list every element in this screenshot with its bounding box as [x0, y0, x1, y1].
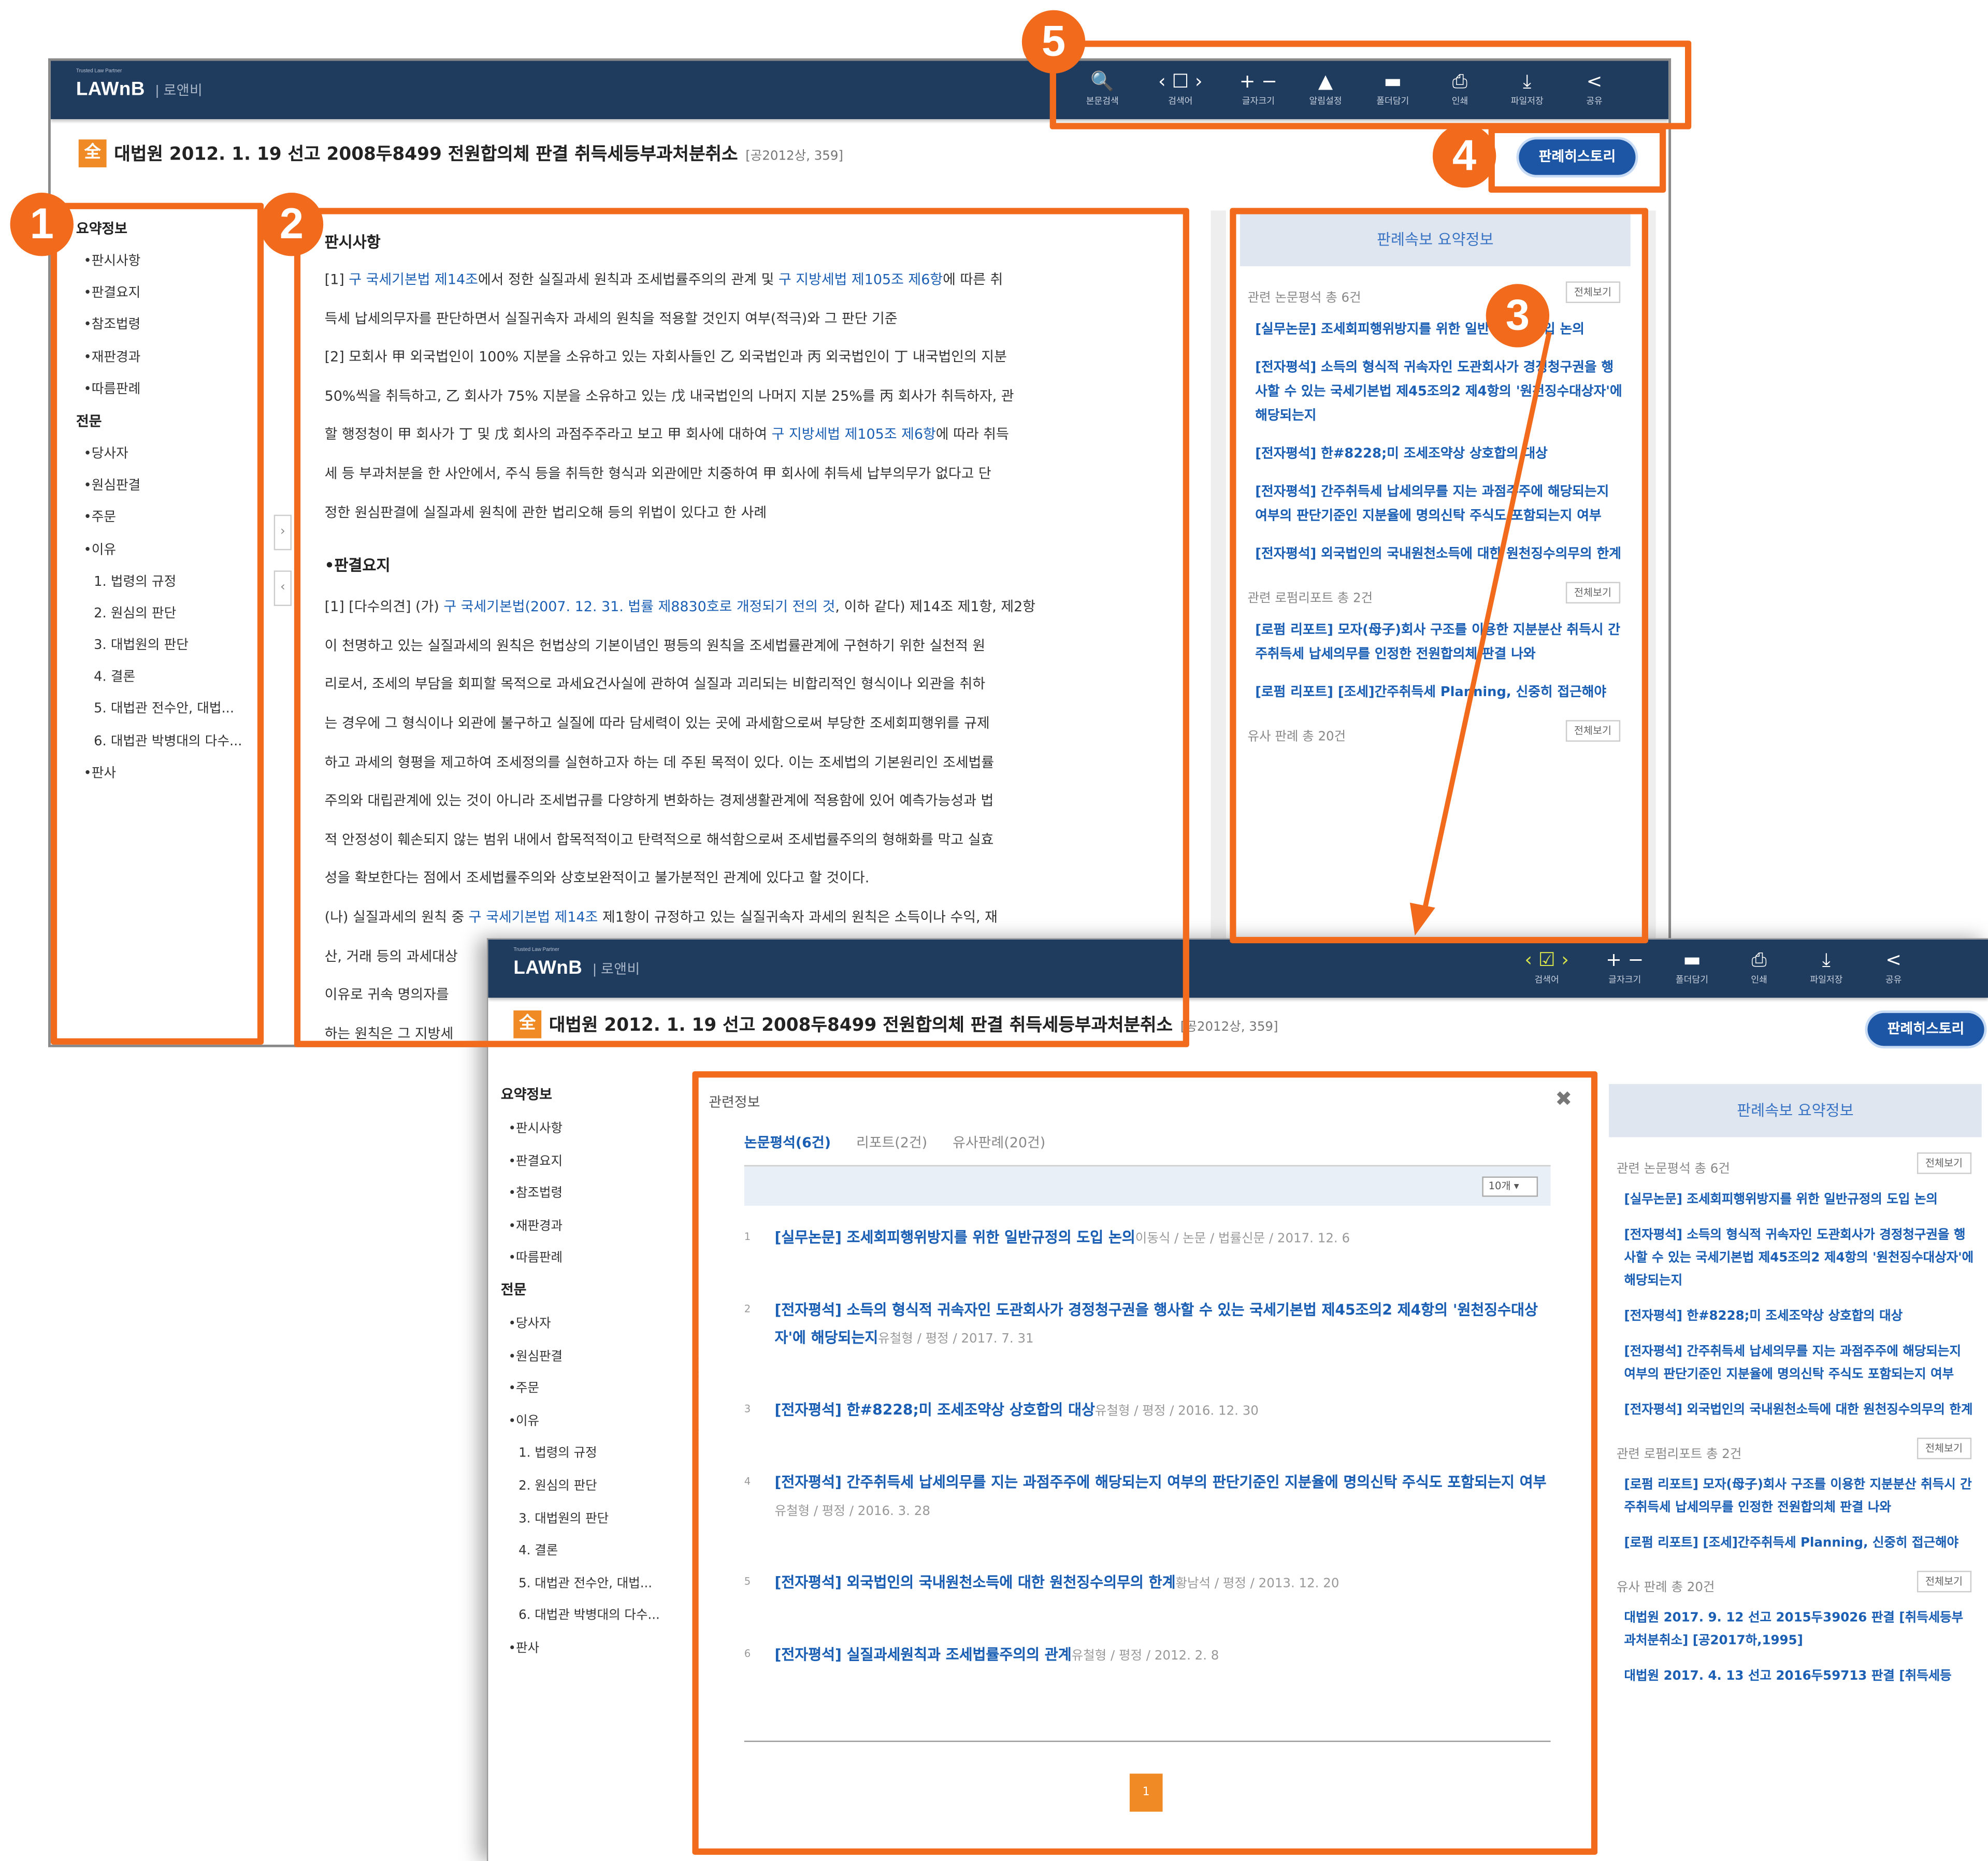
case-citation: [공2012상, 359]	[1180, 1020, 1278, 1034]
toolbar-button-label: 공유	[1885, 975, 1902, 985]
expand-toggle[interactable]: ›	[273, 514, 292, 551]
view-all-button[interactable]: 전체보기	[1916, 1152, 1972, 1174]
callout-box-1	[50, 203, 264, 1045]
sidebar-item[interactable]: •주문	[509, 1377, 691, 1396]
folder-icon: ▬	[1683, 948, 1701, 971]
screenshot-stage: Trusted Law Partner LAWnB | 로앤비 🔍 본문검색 ‹ ☐…	[0, 0, 1988, 1861]
download-icon: ⤓	[1822, 948, 1831, 971]
toolbar-button-label: 파일저장	[1810, 975, 1843, 985]
callout-box-5	[1049, 40, 1692, 129]
sidebar-item[interactable]: •판사	[509, 1637, 691, 1656]
callout-box-4	[1488, 126, 1666, 193]
callout-number-3: 3	[1486, 284, 1550, 348]
callout-number-1: 1	[10, 193, 74, 256]
toolbar-button-label: 글자크기	[1608, 975, 1641, 985]
toolbar-button-label: 폴더담기	[1675, 975, 1708, 985]
sidebar-heading-full-text[interactable]: 전문	[501, 1279, 691, 1300]
logo-text: LAWnB	[76, 78, 145, 100]
print-icon: ⎙	[1751, 948, 1767, 971]
callout-box-3	[1230, 208, 1649, 944]
sidebar-item[interactable]: •참조법령	[509, 1182, 691, 1201]
full-text-badge: 全	[78, 139, 107, 168]
callout-box-modal	[692, 1071, 1598, 1855]
summary-sidebar: 요약정보 •판시사항 •판결요지 •참조법령 •재판경과 •따름판례전문 •당사자 •원심판결…	[501, 1084, 691, 1669]
share-icon: <	[1885, 948, 1902, 971]
summary-section-title: 관련 논문평석 총 6건	[1616, 1162, 1730, 1177]
summary-section-heading: 관련 논문평석 총 6건 전체보기	[1616, 1152, 1982, 1177]
zoom-icon: + −	[1606, 948, 1644, 971]
collapse-toggle[interactable]: ‹	[273, 570, 292, 607]
summary-link[interactable]: [전자평석] 소득의 형식적 귀속자인 도관회사가 경정청구권을 행사할 수 있…	[1624, 1224, 1975, 1293]
summary-link[interactable]: [전자평석] 한#8228;미 조세조약상 상호합의 대상	[1624, 1306, 1975, 1329]
summary-panel-heading: 판례속보 요약정보	[1609, 1084, 1982, 1137]
logo-subtext: 로앤비	[163, 83, 203, 99]
summary-link[interactable]: [로펌 리포트] 모자(母子)회사 구조를 이용한 지분분산 취득시 간주취득세…	[1624, 1475, 1975, 1520]
case-summary-panel: 판례속보 요약정보 관련 논문평석 총 6건 전체보기 [실무논문] 조세회피행위방지…	[1609, 1084, 1982, 1861]
callout-number-2: 2	[260, 193, 324, 256]
app-logo[interactable]: Trusted Law Partner LAWnB | 로앤비	[76, 67, 203, 100]
sidebar-item[interactable]: •당사자	[509, 1312, 691, 1331]
summary-section-title: 관련 로펌리포트 총 2건	[1616, 1448, 1742, 1462]
summary-link[interactable]: [전자평석] 외국법인의 국내원천소득에 대한 원천징수의무의 한계	[1624, 1400, 1975, 1422]
toolbar-button-folder[interactable]: ▬ 폴더담기	[1659, 947, 1726, 990]
sidebar-subitem[interactable]: 2. 원심의 판단	[518, 1475, 691, 1493]
sidebar-item[interactable]: •재판경과	[509, 1214, 691, 1233]
sidebar-item[interactable]: •원심판결	[509, 1345, 691, 1364]
view-all-button[interactable]: 전체보기	[1916, 1570, 1972, 1593]
toolbar-button-label: 인쇄	[1751, 975, 1767, 985]
summary-section-heading: 관련 로펌리포트 총 2건 전체보기	[1616, 1437, 1982, 1462]
sidebar-item[interactable]: •판시사항	[509, 1117, 691, 1136]
case-history-button[interactable]: 판례히스토리	[1867, 1013, 1984, 1046]
view-all-button[interactable]: 전체보기	[1916, 1437, 1972, 1460]
sidebar-item[interactable]: •이유	[509, 1409, 691, 1429]
case-title: 全 대법원 2012. 1. 19 선고 2008두8499 전원합의체 판결 …	[78, 139, 843, 168]
callout-number-5: 5	[1021, 10, 1086, 74]
summary-section-heading: 유사 판례 총 20건 전체보기	[1616, 1570, 1982, 1595]
summary-link[interactable]: 대법원 2017. 9. 12 선고 2015두39026 판결 [취득세등부과…	[1624, 1608, 1975, 1653]
summary-link[interactable]: [전자평석] 간주취득세 납세의무를 지는 과점주주에 해당되는지 여부의 판단…	[1624, 1341, 1975, 1387]
toolbar-button-find-nav[interactable]: ‹ ☑ › 검색어	[1503, 947, 1591, 990]
sidebar-subitem[interactable]: 1. 법령의 규정	[518, 1442, 691, 1461]
toolbar-button-label: 검색어	[1534, 975, 1559, 985]
sidebar-subitem[interactable]: 4. 결론	[518, 1539, 691, 1559]
toolbar-button-zoom[interactable]: + − 글자크기	[1591, 947, 1659, 990]
toolbar: ‹ ☑ › 검색어 + − 글자크기 ▬ 폴더담기 ⎙ 인쇄 ⤓ 파일저장 < 공유	[1503, 947, 1927, 990]
sidebar-subitem[interactable]: 6. 대법관 박병대의 다수...	[518, 1604, 691, 1623]
content-scrollbar[interactable]	[1211, 210, 1226, 971]
logo-tagline: Trusted Law Partner	[76, 67, 122, 74]
summary-link[interactable]: [로펌 리포트] [조세]간주취득세 Planning, 신중히 접근해야	[1624, 1533, 1975, 1555]
toolbar-button-download[interactable]: ⤓ 파일저장	[1793, 947, 1860, 990]
sidebar-item[interactable]: •판결요지	[509, 1149, 691, 1168]
summary-link[interactable]: [실무논문] 조세회피행위방지를 위한 일반규정의 도입 논의	[1624, 1189, 1975, 1212]
callout-number-4: 4	[1432, 124, 1496, 188]
toolbar-button-share[interactable]: < 공유	[1860, 947, 1927, 990]
sidebar-subitem[interactable]: 5. 대법관 전수안, 대법...	[518, 1571, 691, 1591]
summary-link[interactable]: 대법원 2017. 4. 13 선고 2016두59713 판결 [취득세등	[1624, 1666, 1975, 1689]
sidebar-subitem[interactable]: 3. 대법원의 판단	[518, 1507, 691, 1526]
sidebar-item[interactable]: •따름판례	[509, 1247, 691, 1266]
page-title: 대법원 2012. 1. 19 선고 2008두8499 전원합의체 판결 취득…	[114, 145, 738, 165]
find-nav-icon: ‹ ☑ ›	[1524, 948, 1569, 971]
case-citation: [공2012상, 359]	[745, 149, 843, 163]
sidebar-heading-summary[interactable]: 요약정보	[501, 1084, 691, 1104]
callout-box-2	[294, 208, 1189, 1047]
summary-section-title: 유사 판례 총 20건	[1616, 1581, 1715, 1595]
toolbar-button-print[interactable]: ⎙ 인쇄	[1725, 947, 1793, 990]
